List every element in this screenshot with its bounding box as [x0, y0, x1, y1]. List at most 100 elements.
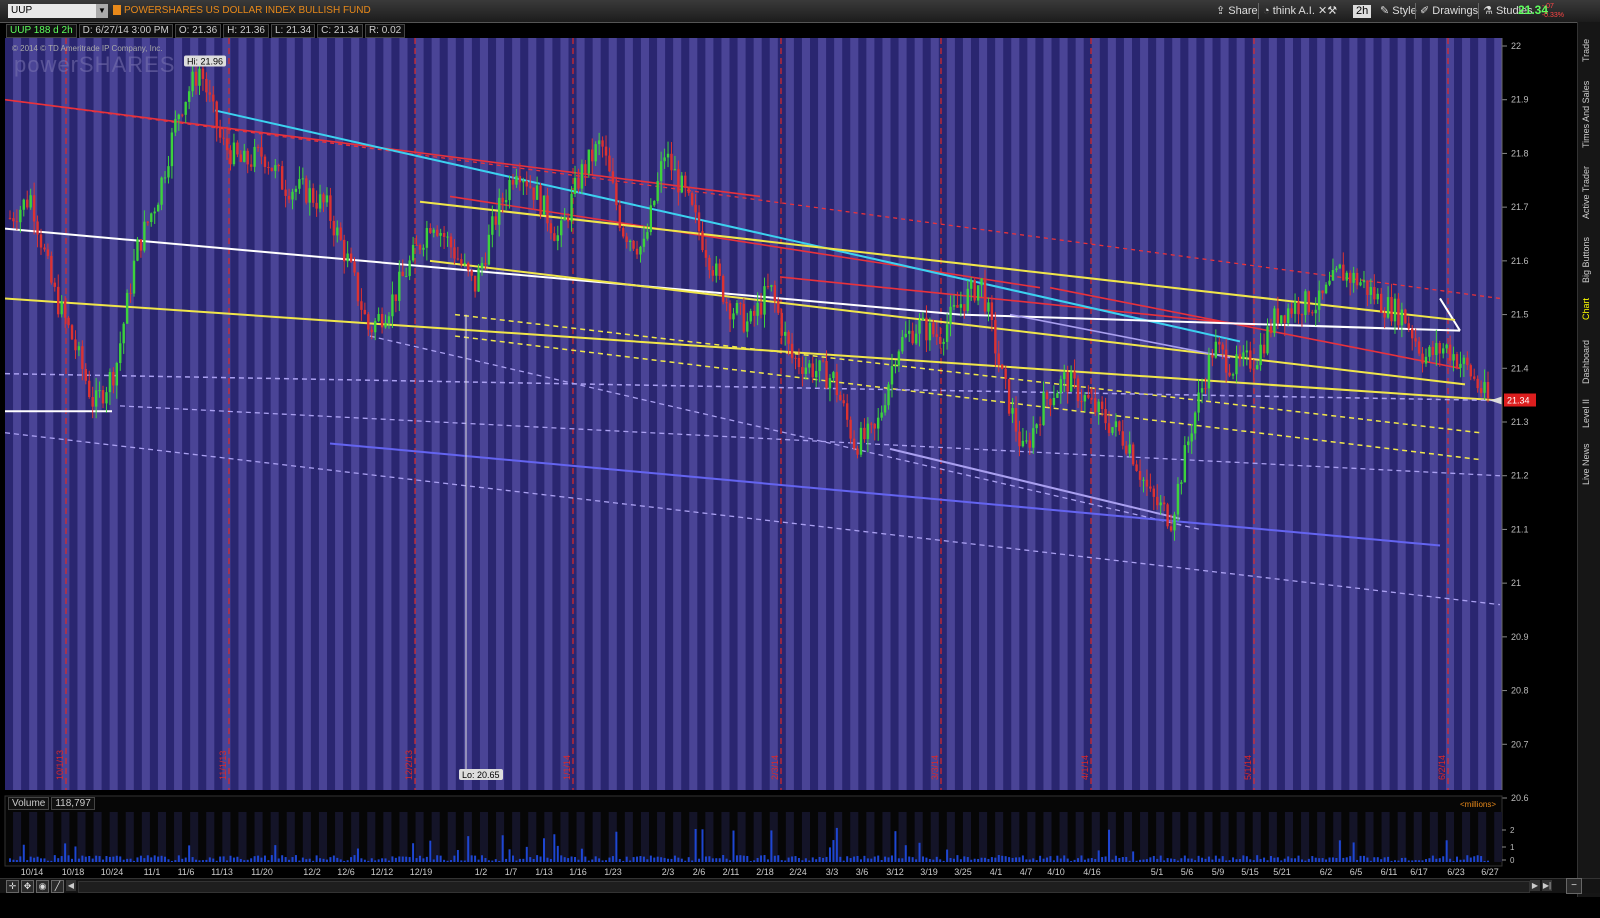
- candle-body: [60, 301, 63, 315]
- candle-body: [635, 248, 639, 255]
- volume-bar: [1073, 859, 1076, 862]
- volume-bar: [983, 857, 986, 862]
- candle-body: [1262, 344, 1266, 354]
- candle-body: [556, 235, 559, 241]
- scroll-right-icon[interactable]: ▶: [1530, 880, 1540, 891]
- volume-bar: [1183, 855, 1186, 862]
- volume-bar: [1221, 856, 1224, 862]
- price-tick-label: 21.6: [1511, 256, 1529, 266]
- candle-body: [890, 366, 894, 385]
- volume-band: [1365, 812, 1374, 862]
- rail-tab-big-buttons[interactable]: Big Buttons: [1581, 227, 1591, 283]
- volume-bar: [611, 856, 614, 862]
- volume-bar: [1473, 856, 1476, 862]
- zoom-out-icon[interactable]: −: [1566, 878, 1582, 894]
- time-tick-label: 6/2: [1320, 867, 1333, 877]
- volume-bar: [291, 857, 294, 862]
- candle-body: [1317, 290, 1321, 310]
- volume-bar: [222, 856, 225, 862]
- volume-bar: [1035, 860, 1038, 862]
- volume-bar: [1249, 859, 1252, 862]
- volume-bar: [691, 860, 694, 862]
- rail-tab-chart[interactable]: Chart: [1581, 292, 1591, 320]
- candle-body: [570, 193, 573, 222]
- candle-body: [50, 255, 53, 283]
- candle-body: [1428, 346, 1431, 357]
- candle-body: [653, 200, 656, 206]
- volume-bar: [715, 858, 718, 862]
- candle-body: [818, 360, 821, 372]
- ohlc-info-bar: UUP 188 d 2h D: 6/27/14 3:00 PM O: 21.36 H:…: [6, 24, 407, 38]
- study-symbol[interactable]: UUP 188 d 2h: [6, 24, 77, 38]
- volume-band: [1204, 812, 1213, 862]
- candle-body: [656, 181, 659, 201]
- candle-body: [270, 167, 274, 171]
- volume-bar: [305, 859, 308, 862]
- volume-band: [479, 812, 488, 862]
- candle-body: [39, 234, 43, 248]
- candle-body: [53, 282, 56, 287]
- volume-bar: [1204, 858, 1207, 862]
- candle-body: [835, 372, 839, 396]
- rail-tab-active-trader[interactable]: Active Trader: [1581, 157, 1591, 219]
- candle-body: [15, 221, 19, 223]
- volume-bar: [15, 860, 18, 862]
- rail-tab-times-and-sales[interactable]: Times And Sales: [1581, 72, 1591, 148]
- rail-tab-dashboard[interactable]: Dashboard: [1581, 332, 1591, 384]
- candle-body: [1200, 388, 1204, 393]
- candle-body: [274, 165, 277, 171]
- candle-body: [756, 302, 759, 316]
- pan-icon[interactable]: ✥: [21, 880, 34, 893]
- time-tick-label: 5/6: [1181, 867, 1194, 877]
- candle-body: [1056, 393, 1059, 398]
- rail-tab-live-news[interactable]: Live News: [1581, 437, 1591, 485]
- volume-bar: [436, 855, 439, 862]
- time-scrollbar[interactable]: [78, 881, 1530, 893]
- candle-body: [432, 229, 435, 233]
- candle-body: [808, 363, 811, 368]
- volume-band: [431, 812, 440, 862]
- month-marker-label: 11/1/13: [218, 751, 228, 780]
- volume-bar: [267, 860, 270, 862]
- candle-body: [828, 378, 832, 389]
- candle-body: [666, 153, 670, 158]
- time-band: [657, 38, 666, 790]
- volume-bar: [487, 860, 490, 862]
- candle-body: [1028, 440, 1031, 448]
- volume-bar: [518, 858, 521, 862]
- volume-bar: [1015, 857, 1018, 862]
- candle-body: [584, 164, 587, 174]
- candle-body: [249, 164, 253, 167]
- candle-body: [1242, 352, 1245, 359]
- time-tick-label: 2/24: [789, 867, 807, 877]
- candle-body: [777, 301, 780, 313]
- candle-body: [1417, 341, 1421, 354]
- rail-tab-level-ii[interactable]: Level II: [1581, 392, 1591, 428]
- rail-tab-trade[interactable]: Trade: [1581, 28, 1591, 62]
- time-band: [190, 38, 199, 790]
- volume-bar: [549, 859, 552, 862]
- price-tick-label: 20.6: [1511, 793, 1529, 803]
- price-chart[interactable]: 10/1/13 11/1/13 12/2/13 1/1/14 2/3/14 3/3/14 4…: [0, 0, 1578, 896]
- volume-bar: [1300, 859, 1303, 862]
- candle-body: [694, 204, 697, 213]
- crosshair-icon[interactable]: ✛: [6, 880, 19, 893]
- candle-body: [1259, 344, 1262, 366]
- scroll-left-icon[interactable]: ◀: [66, 880, 76, 891]
- candle-body: [1049, 398, 1052, 406]
- volume-bar: [925, 857, 928, 862]
- volume-band: [45, 812, 54, 862]
- volume-units: <millions>: [1460, 800, 1497, 809]
- volume-bar: [1242, 855, 1245, 862]
- zoom-icon[interactable]: ◉: [36, 880, 49, 893]
- draw-line-icon[interactable]: ╱: [51, 880, 64, 893]
- volume-bar: [1245, 856, 1248, 862]
- volume-bar: [1252, 860, 1255, 862]
- scroll-end-icon[interactable]: ▶|: [1542, 880, 1552, 891]
- candle-body: [181, 114, 184, 116]
- candle-body: [1156, 496, 1159, 506]
- time-band: [1123, 38, 1132, 790]
- volume-bar: [673, 855, 676, 862]
- candle-body: [1238, 354, 1242, 359]
- candle-body: [728, 303, 732, 320]
